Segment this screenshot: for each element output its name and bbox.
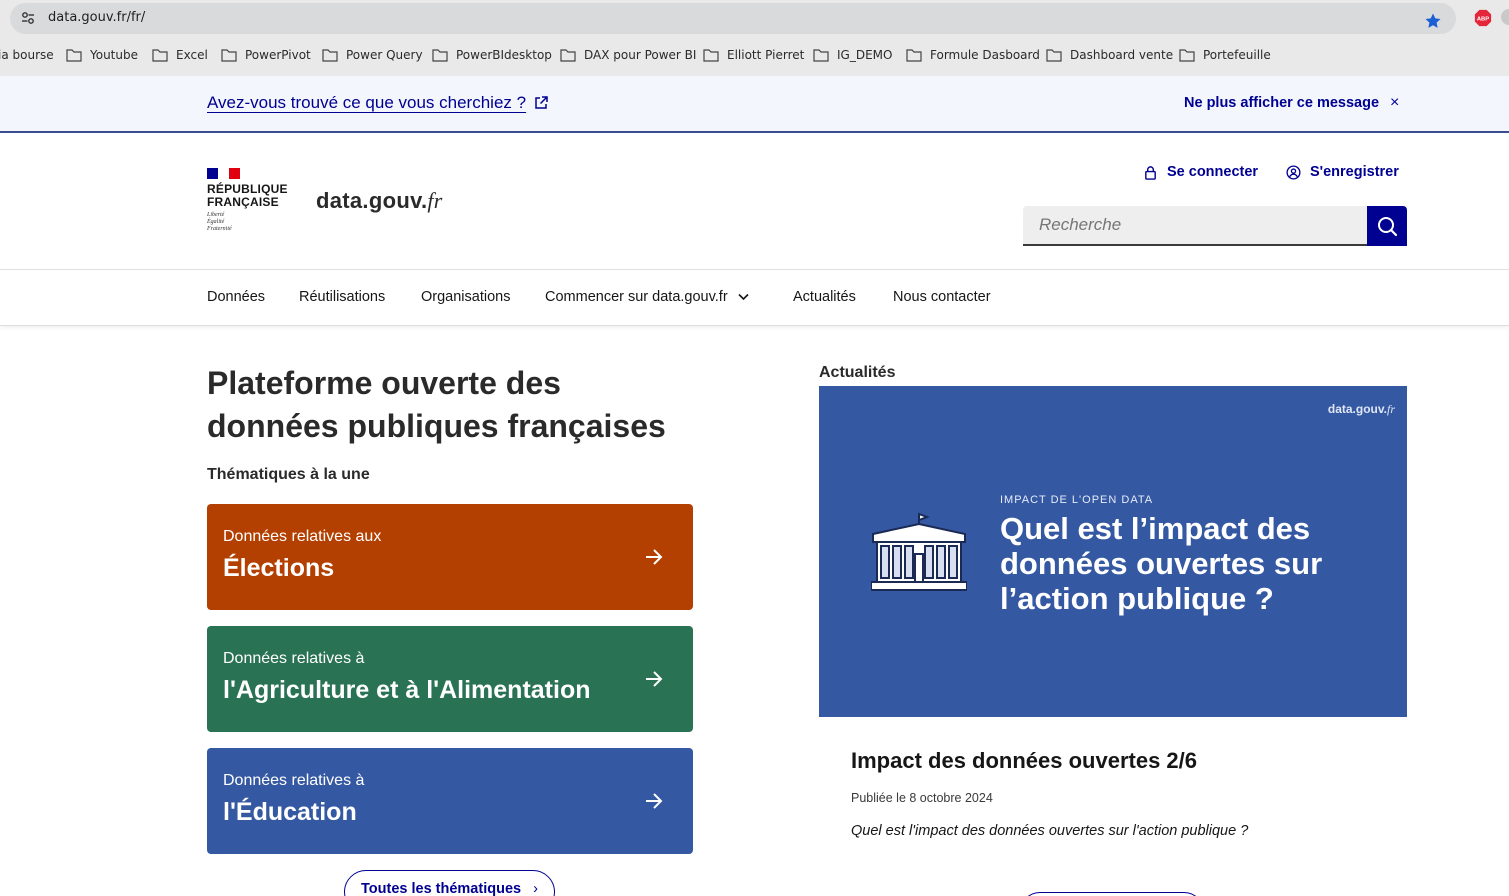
all-themes-button[interactable]: Toutes les thématiques › — [344, 870, 555, 896]
dismiss-notice-label[interactable]: Ne plus afficher ce message — [1184, 95, 1379, 111]
main-navigation: Données Réutilisations Organisations Com… — [0, 271, 1509, 326]
folder-icon — [66, 49, 82, 62]
image-brand: data.gouv.fr — [1327, 402, 1395, 416]
site-settings-icon[interactable] — [20, 10, 36, 26]
folder-icon — [1179, 49, 1195, 62]
theme-card-subtitle: Données relatives à — [223, 650, 365, 667]
site-title[interactable]: data.gouv.fr — [316, 188, 443, 214]
theme-card-education[interactable]: Données relatives à l'Éducation — [207, 748, 693, 854]
profile-avatar[interactable] — [1501, 9, 1509, 25]
theme-card-subtitle: Données relatives aux — [223, 528, 382, 545]
rf-name-line2: FRANÇAISE — [207, 195, 279, 209]
nav-item-reutilisations[interactable]: Réutilisations — [299, 289, 385, 305]
user-account-icon — [1286, 164, 1301, 180]
arrow-right-icon — [646, 793, 663, 809]
bookmark-item[interactable]: Youtube — [66, 44, 138, 66]
bookmark-item[interactable]: PowerPivot — [221, 44, 311, 66]
nav-item-commencer[interactable]: Commencer sur data.gouv.fr — [545, 289, 749, 305]
login-link[interactable]: Se connecter — [1143, 164, 1258, 180]
theme-card-subtitle: Données relatives à — [223, 772, 365, 789]
bookmark-item[interactable]: PowerBIdesktop — [432, 44, 552, 66]
nav-item-donnees[interactable]: Données — [207, 289, 265, 305]
page-title: Plateforme ouverte des données publiques… — [207, 365, 666, 444]
bookmark-item[interactable]: ia bourse — [0, 44, 54, 66]
image-kicker: IMPACT DE L'OPEN DATA — [1000, 494, 1154, 506]
news-heading: Actualités — [819, 364, 896, 381]
folder-icon — [322, 49, 338, 62]
chevron-right-icon: › — [533, 881, 538, 896]
themes-heading: Thématiques à la une — [207, 466, 370, 483]
bookmark-item[interactable]: Formule Dasboard — [906, 44, 1040, 66]
folder-icon — [432, 49, 448, 62]
theme-card-title: Élections — [223, 554, 335, 582]
arrow-right-icon — [646, 549, 663, 565]
nav-item-actualites[interactable]: Actualités — [793, 289, 856, 305]
theme-card-title: l'Agriculture et à l'Alimentation — [223, 676, 591, 704]
folder-icon — [813, 49, 829, 62]
folder-icon — [152, 49, 168, 62]
search-field[interactable] — [1023, 206, 1368, 246]
bookmark-item[interactable]: Elliott Pierret — [703, 44, 804, 66]
external-link-icon — [535, 96, 548, 109]
browser-toolbar: data.gouv.fr/fr/ ABP ia bourse Youtube E… — [0, 0, 1509, 76]
feedback-link[interactable]: Avez-vous trouvé ce que vous cherchiez ? — [207, 93, 548, 113]
feedback-notice: Avez-vous trouvé ce que vous cherchiez ?… — [0, 76, 1509, 133]
bookmark-item[interactable]: Power Query — [322, 44, 423, 66]
folder-icon — [221, 49, 237, 62]
news-image[interactable]: data.gouv.fr IMPACT DE L'OPEN DATA Quel … — [819, 386, 1407, 717]
marianne-flag-icon — [207, 168, 240, 179]
bookmark-item[interactable]: Excel — [152, 44, 208, 66]
adblock-extension-icon[interactable]: ABP — [1474, 9, 1492, 27]
url-text[interactable]: data.gouv.fr/fr/ — [48, 10, 145, 25]
public-building-icon — [871, 512, 967, 591]
folder-icon — [560, 49, 576, 62]
republique-francaise-logo[interactable]: RÉPUBLIQUE FRANÇAISE Liberté Égalité Fra… — [207, 168, 297, 233]
bookmark-item[interactable]: IG_DEMO — [813, 44, 892, 66]
site-header: RÉPUBLIQUE FRANÇAISE Liberté Égalité Fra… — [0, 133, 1509, 270]
news-description: Quel est l'impact des données ouvertes s… — [851, 823, 1249, 839]
news-date: Publiée le 8 octobre 2024 — [851, 791, 993, 805]
search-input[interactable] — [1023, 206, 1368, 244]
dismiss-notice-button[interactable]: Ne plus afficher ce message × — [1184, 94, 1399, 112]
news-more-button[interactable] — [1020, 892, 1204, 896]
register-link[interactable]: S'enregistrer — [1286, 164, 1399, 180]
bookmark-item[interactable]: Dashboard vente — [1046, 44, 1173, 66]
chevron-down-icon — [738, 293, 749, 301]
address-bar[interactable]: data.gouv.fr/fr/ — [10, 3, 1456, 34]
bookmarks-bar: ia bourse Youtube Excel PowerPivot Power… — [0, 44, 1509, 66]
bookmark-item[interactable]: Portefeuille — [1179, 44, 1271, 66]
theme-card-agriculture[interactable]: Données relatives à l'Agriculture et à l… — [207, 626, 693, 732]
rf-motto: Liberté Égalité Fraternité — [207, 212, 232, 232]
close-icon[interactable]: × — [1390, 94, 1399, 112]
bookmark-star-icon[interactable] — [1424, 12, 1442, 30]
lock-icon — [1145, 165, 1156, 180]
arrow-right-icon — [646, 671, 663, 687]
abp-label: ABP — [1477, 17, 1489, 23]
news-title[interactable]: Impact des données ouvertes 2/6 — [851, 748, 1197, 774]
search-icon — [1378, 217, 1398, 237]
feedback-link-label[interactable]: Avez-vous trouvé ce que vous cherchiez ? — [207, 93, 526, 113]
search-button[interactable] — [1367, 206, 1407, 246]
bookmark-item[interactable]: DAX pour Power BI — [560, 44, 696, 66]
folder-icon — [1046, 49, 1062, 62]
folder-icon — [703, 49, 719, 62]
folder-icon — [906, 49, 922, 62]
image-headline: Quel est l’impact des données ouvertes s… — [1000, 511, 1323, 616]
nav-item-contact[interactable]: Nous contacter — [893, 289, 991, 305]
nav-item-organisations[interactable]: Organisations — [421, 289, 510, 305]
theme-card-title: l'Éducation — [223, 798, 357, 826]
theme-card-elections[interactable]: Données relatives aux Élections — [207, 504, 693, 610]
